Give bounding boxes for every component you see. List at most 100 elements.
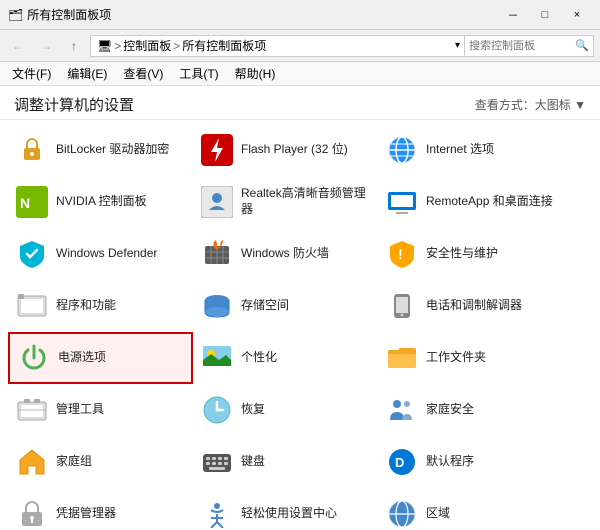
grid-item-flash[interactable]: Flash Player (32 位) xyxy=(193,124,378,176)
admin-label: 管理工具 xyxy=(56,402,104,418)
grid-item-remote[interactable]: RemoteApp 和桌面连接 xyxy=(378,176,563,228)
credential-label: 凭据管理器 xyxy=(56,506,116,522)
minimize-button[interactable]: － xyxy=(498,5,528,25)
workfolder-label: 工作文件夹 xyxy=(426,350,486,366)
phone-icon xyxy=(384,288,420,324)
back-button[interactable]: ← xyxy=(6,34,30,58)
easeaccess-label: 轻松使用设置中心 xyxy=(241,506,337,522)
breadcrumb-home: 🖥 xyxy=(97,39,112,53)
bitlocker-label: BitLocker 驱动器加密 xyxy=(56,142,169,158)
view-options[interactable]: 查看方式：大图标 ▼ xyxy=(475,96,586,113)
window-title: 所有控制面板项 xyxy=(27,6,111,23)
grid-item-security[interactable]: !安全性与维护 xyxy=(378,228,563,280)
content-area: BitLocker 驱动器加密 Flash Player (32 位) Intern… xyxy=(0,120,600,528)
flash-icon xyxy=(199,132,235,168)
programs-icon xyxy=(14,288,50,324)
easeaccess-icon xyxy=(199,496,235,528)
menu-help[interactable]: 帮助(H) xyxy=(231,63,280,84)
defaultapps-icon: D xyxy=(384,444,420,480)
forward-button[interactable]: → xyxy=(34,34,58,58)
title-bar-left: 🗂 所有控制面板项 xyxy=(8,6,111,23)
address-bar: ← → ↑ 🖥 > 控制面板 > 所有控制面板项 ▾ 🔍 xyxy=(0,30,600,62)
admin-icon xyxy=(14,392,50,428)
title-bar: 🗂 所有控制面板项 － □ × xyxy=(0,0,600,30)
credential-icon xyxy=(14,496,50,528)
menu-view[interactable]: 查看(V) xyxy=(119,63,167,84)
panel-header: 调整计算机的设置 查看方式：大图标 ▼ xyxy=(0,86,600,120)
grid-row-6: 家庭组 键盘 D 默认程序 xyxy=(8,436,592,488)
internet-label: Internet 选项 xyxy=(426,142,494,158)
maximize-button[interactable]: □ xyxy=(530,5,560,25)
grid-item-phone[interactable]: 电话和调制解调器 xyxy=(378,280,563,332)
menu-tools[interactable]: 工具(T) xyxy=(175,63,222,84)
menu-edit[interactable]: 编辑(E) xyxy=(63,63,111,84)
grid-item-recovery[interactable]: 恢复 xyxy=(193,384,378,436)
workfolder-icon xyxy=(384,340,420,376)
homegroup-label: 家庭组 xyxy=(56,454,92,470)
grid-item-power[interactable]: 电源选项 xyxy=(8,332,193,384)
search-box[interactable]: 🔍 xyxy=(464,35,594,57)
grid-item-workfolder[interactable]: 工作文件夹 xyxy=(378,332,563,384)
recovery-label: 恢复 xyxy=(241,402,265,418)
svg-text:D: D xyxy=(395,455,404,470)
phone-label: 电话和调制解调器 xyxy=(426,298,522,314)
defaultapps-label: 默认程序 xyxy=(426,454,474,470)
grid-item-nvidia[interactable]: NNVIDIA 控制面板 xyxy=(8,176,193,228)
firewall-icon xyxy=(199,236,235,272)
grid-row-4: 电源选项 个性化 工作文件夹 xyxy=(8,332,592,384)
grid-item-homegroup[interactable]: 家庭组 xyxy=(8,436,193,488)
close-button[interactable]: × xyxy=(562,5,592,25)
grid-item-familysafety[interactable]: 家庭安全 xyxy=(378,384,563,436)
search-input[interactable] xyxy=(469,40,575,52)
region-label: 区域 xyxy=(426,506,450,522)
items-grid: BitLocker 驱动器加密 Flash Player (32 位) Intern… xyxy=(0,120,600,528)
keyboard-label: 键盘 xyxy=(241,454,265,470)
power-icon xyxy=(16,340,52,376)
grid-item-bitlocker[interactable]: BitLocker 驱动器加密 xyxy=(8,124,193,176)
grid-row-5: 管理工具 恢复 家庭安全 xyxy=(8,384,592,436)
firewall-label: Windows 防火墙 xyxy=(241,246,329,262)
grid-row-2: Windows Defender Windows 防火墙 !安全性与维护 xyxy=(8,228,592,280)
personalize-icon xyxy=(199,340,235,376)
grid-item-realtek[interactable]: Realtek高清晰音频管理器 xyxy=(193,176,378,228)
personalize-label: 个性化 xyxy=(241,350,277,366)
grid-item-storage[interactable]: 存储空间 xyxy=(193,280,378,332)
grid-item-admin[interactable]: 管理工具 xyxy=(8,384,193,436)
grid-item-credential[interactable]: 凭据管理器 xyxy=(8,488,193,528)
grid-item-defender[interactable]: Windows Defender xyxy=(8,228,193,280)
grid-item-personalize[interactable]: 个性化 xyxy=(193,332,378,384)
grid-item-programs[interactable]: 程序和功能 xyxy=(8,280,193,332)
flash-label: Flash Player (32 位) xyxy=(241,142,348,158)
grid-item-internet[interactable]: Internet 选项 xyxy=(378,124,563,176)
menu-file[interactable]: 文件(F) xyxy=(8,63,55,84)
familysafety-icon xyxy=(384,392,420,428)
nvidia-icon: N xyxy=(14,184,50,220)
storage-label: 存储空间 xyxy=(241,298,289,314)
power-label: 电源选项 xyxy=(58,350,106,366)
homegroup-icon xyxy=(14,444,50,480)
grid-row-0: BitLocker 驱动器加密 Flash Player (32 位) Intern… xyxy=(8,124,592,176)
grid-row-7: 凭据管理器 轻松使用设置中心 区域 xyxy=(8,488,592,528)
grid-row-3: 程序和功能 存储空间 电话和调制解调器 xyxy=(8,280,592,332)
grid-item-keyboard[interactable]: 键盘 xyxy=(193,436,378,488)
breadcrumb-allitems: 所有控制面板项 xyxy=(182,37,266,54)
security-label: 安全性与维护 xyxy=(426,246,498,262)
realtek-label: Realtek高清晰音频管理器 xyxy=(241,186,372,217)
grid-item-firewall[interactable]: Windows 防火墙 xyxy=(193,228,378,280)
grid-item-defaultapps[interactable]: D 默认程序 xyxy=(378,436,563,488)
realtek-icon xyxy=(199,184,235,220)
bitlocker-icon xyxy=(14,132,50,168)
grid-item-easeaccess[interactable]: 轻松使用设置中心 xyxy=(193,488,378,528)
grid-item-region[interactable]: 区域 xyxy=(378,488,563,528)
region-icon xyxy=(384,496,420,528)
grid-row-1: NNVIDIA 控制面板 Realtek高清晰音频管理器 RemoteApp 和桌面… xyxy=(8,176,592,228)
svg-text:N: N xyxy=(20,195,30,211)
remote-label: RemoteApp 和桌面连接 xyxy=(426,194,553,210)
panel-title: 调整计算机的设置 xyxy=(14,94,134,115)
window-icon: 🗂 xyxy=(8,8,23,22)
address-path[interactable]: 🖥 > 控制面板 > 所有控制面板项 xyxy=(90,35,473,57)
remote-icon xyxy=(384,184,420,220)
path-dropdown-icon[interactable]: ▾ xyxy=(455,40,460,51)
internet-icon xyxy=(384,132,420,168)
up-button[interactable]: ↑ xyxy=(62,34,86,58)
